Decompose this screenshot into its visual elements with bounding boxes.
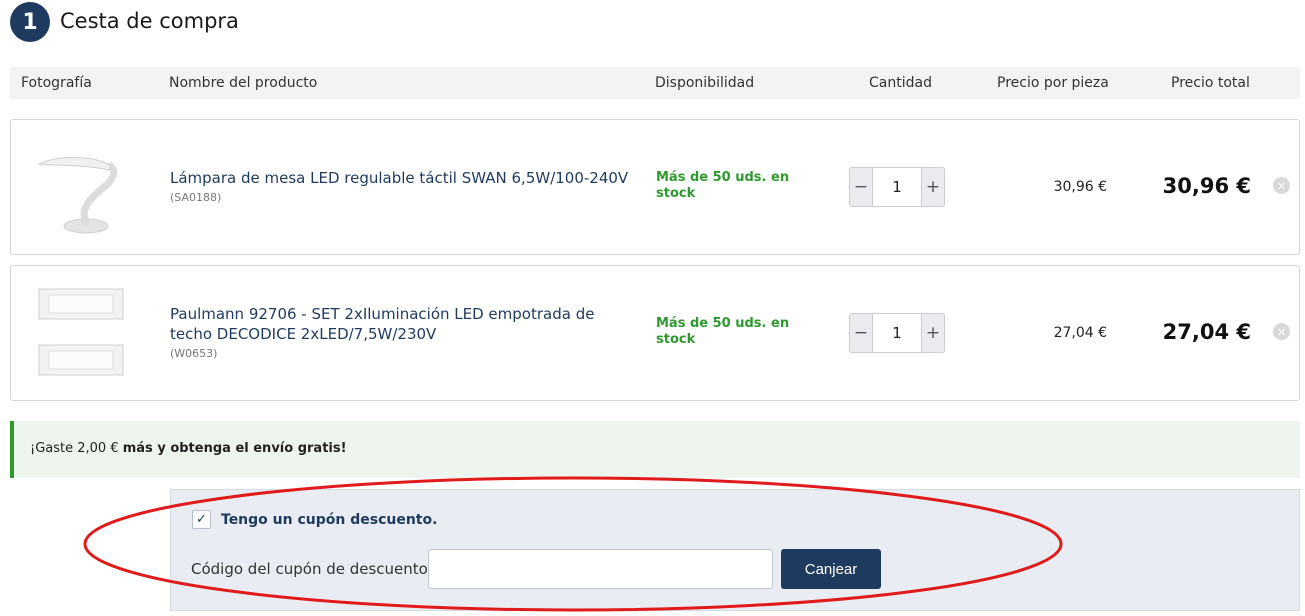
product-code: (SA0188) xyxy=(170,191,222,204)
total-price: 30,96 € xyxy=(1162,174,1251,198)
remove-item-icon[interactable]: × xyxy=(1273,177,1290,194)
product-name-link[interactable]: Lámpara de mesa LED regulable táctil SWA… xyxy=(170,168,640,188)
coupon-code-label: Código del cupón de descuento xyxy=(191,560,428,578)
free-shipping-notice: ¡Gaste 2,00 € más y obtenga el envío gra… xyxy=(10,421,1300,478)
quantity-stepper: − 1 + xyxy=(849,167,945,207)
free-shipping-prefix: ¡Gaste 2,00 € xyxy=(30,441,123,456)
product-code: (W0653) xyxy=(170,347,218,360)
column-header-photo: Fotografía xyxy=(21,75,92,91)
table-header: Fotografía Nombre del producto Disponibi… xyxy=(10,67,1300,99)
column-header-total-price: Precio total xyxy=(1171,75,1250,91)
ceiling-panel-lights-icon[interactable] xyxy=(31,284,131,384)
quantity-decrease-button[interactable]: − xyxy=(850,168,873,206)
column-header-unit-price: Precio por pieza xyxy=(997,75,1109,91)
availability-status: Más de 50 uds. en stock xyxy=(656,316,790,347)
desk-lamp-icon[interactable] xyxy=(31,138,131,238)
unit-price: 27,04 € xyxy=(1053,325,1107,341)
quantity-increase-button[interactable]: + xyxy=(921,168,944,206)
coupon-panel: ✓ Tengo un cupón descuento. Código del c… xyxy=(170,489,1300,611)
cart-row: Lámpara de mesa LED regulable táctil SWA… xyxy=(10,119,1300,255)
column-header-availability: Disponibilidad xyxy=(655,75,755,91)
remove-item-icon[interactable]: × xyxy=(1273,323,1290,340)
page-title: Cesta de compra xyxy=(60,9,239,33)
quantity-stepper: − 1 + xyxy=(849,313,945,353)
step-badge: 1 xyxy=(10,2,50,42)
quantity-decrease-button[interactable]: − xyxy=(850,314,873,352)
cart-row: Paulmann 92706 - SET 2xIluminación LED e… xyxy=(10,265,1300,401)
coupon-checkbox[interactable]: ✓ xyxy=(192,510,211,529)
quantity-input[interactable]: 1 xyxy=(873,314,921,352)
unit-price: 30,96 € xyxy=(1053,179,1107,195)
quantity-increase-button[interactable]: + xyxy=(921,314,944,352)
column-header-product-name: Nombre del producto xyxy=(169,75,318,91)
total-price: 27,04 € xyxy=(1162,320,1251,344)
column-header-quantity: Cantidad xyxy=(869,75,932,91)
coupon-code-input[interactable] xyxy=(428,549,773,589)
redeem-button[interactable]: Canjear xyxy=(781,549,881,589)
availability-status: Más de 50 uds. en stock xyxy=(656,170,790,201)
coupon-checkbox-label[interactable]: Tengo un cupón descuento. xyxy=(221,512,437,528)
free-shipping-emphasis: más y obtenga el envío gratis! xyxy=(122,441,347,456)
product-name-link[interactable]: Paulmann 92706 - SET 2xIluminación LED e… xyxy=(170,304,640,344)
quantity-input[interactable]: 1 xyxy=(873,168,921,206)
